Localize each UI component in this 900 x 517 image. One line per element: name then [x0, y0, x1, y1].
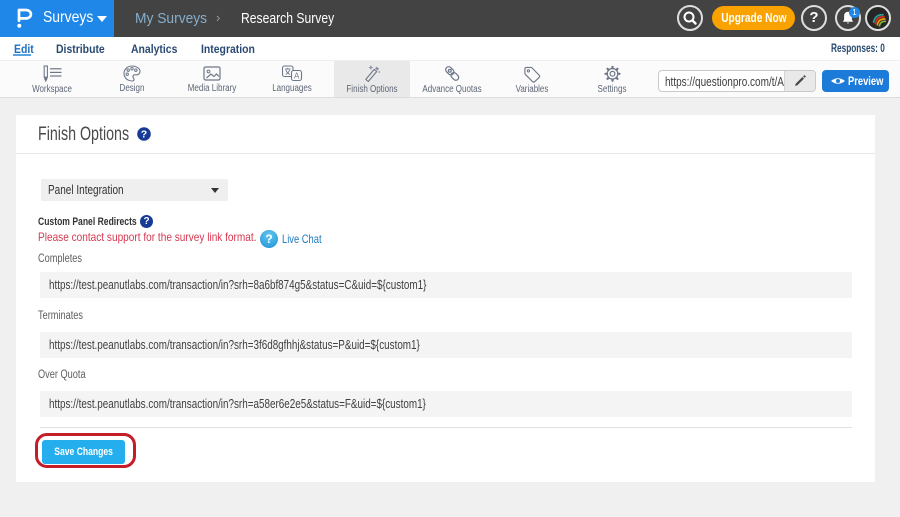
svg-text:A: A — [294, 72, 300, 81]
svg-text:?: ? — [141, 129, 147, 141]
